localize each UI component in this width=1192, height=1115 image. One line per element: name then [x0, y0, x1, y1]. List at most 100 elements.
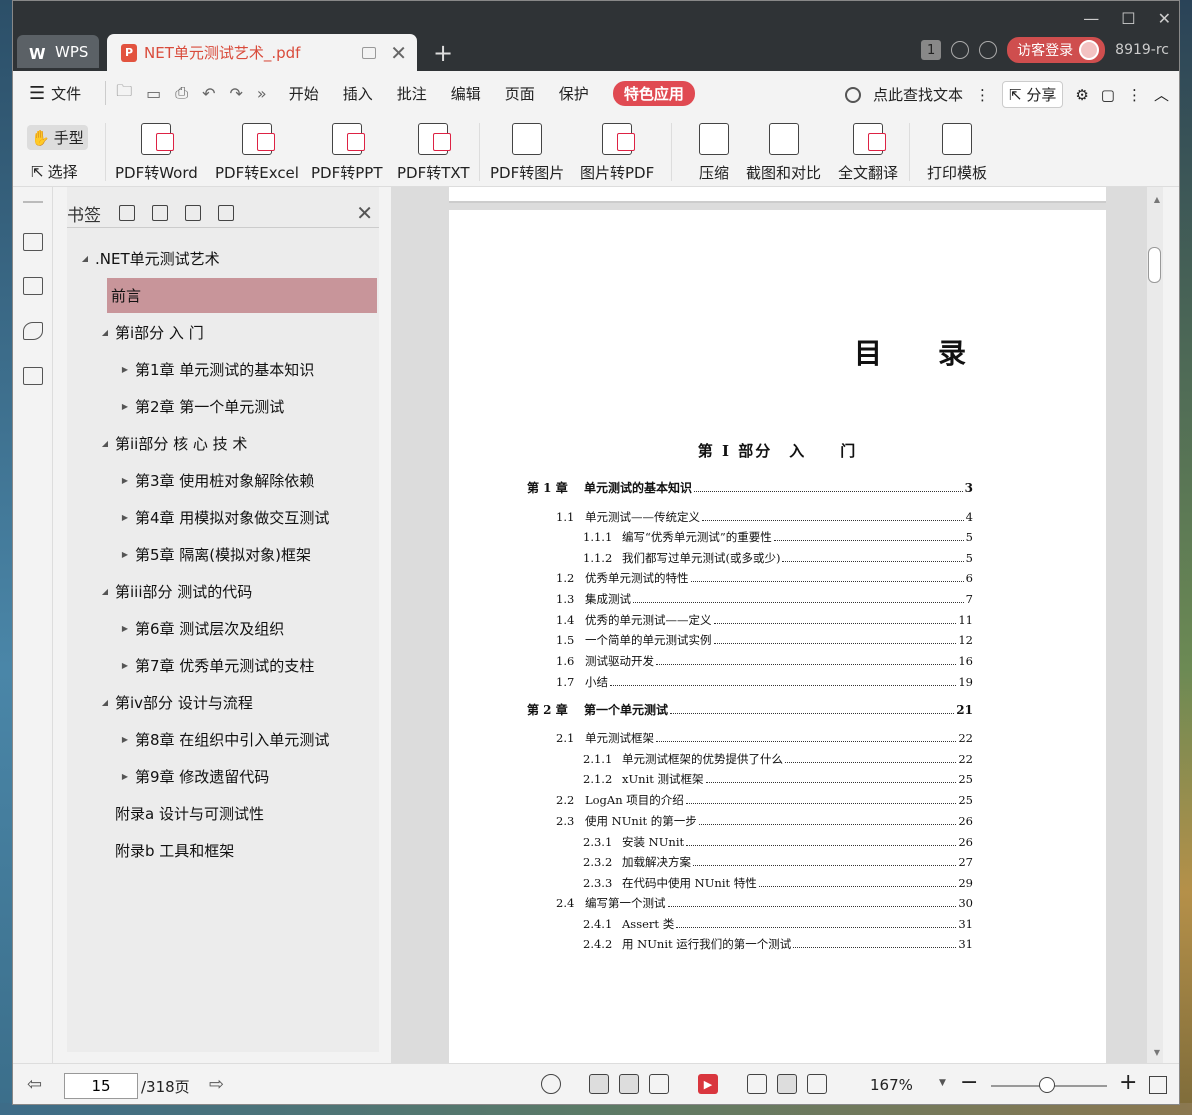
collapse-arrow-icon[interactable]: ◢ [95, 439, 115, 448]
expand-arrow-icon[interactable]: ▶ [115, 661, 135, 670]
menu-start[interactable]: 开始 [289, 83, 319, 104]
compress-button[interactable]: 压缩 [699, 123, 729, 183]
toc-entry[interactable]: 1.6 测试驱动开发 16 [556, 653, 973, 669]
toc-entry[interactable]: 2.4.1 Assert 类 31 [583, 916, 973, 932]
find-text-label[interactable]: 点此查找文本 [873, 84, 963, 105]
save-icon[interactable]: ▭ [146, 84, 161, 103]
new-tab-button[interactable]: + [433, 39, 453, 67]
bookmark-item[interactable]: ▶ 第6章 测试层次及组织 [115, 611, 284, 646]
toc-entry[interactable]: 1.5 一个简单的单元测试实例 12 [556, 632, 973, 648]
eye-protection-icon[interactable] [541, 1074, 561, 1094]
pdf-to-txt-button[interactable]: PDF转TXT [397, 123, 470, 183]
collapse-ribbon-icon[interactable]: ︿ [1154, 84, 1169, 105]
bookmark-item[interactable]: ▶ 第7章 优秀单元测试的支柱 [115, 648, 314, 683]
theme-icon[interactable] [951, 41, 970, 59]
file-menu[interactable]: 文件 [51, 83, 81, 104]
search-icon[interactable] [844, 86, 861, 103]
translate-button[interactable]: 全文翻译 [838, 123, 898, 183]
expand-arrow-icon[interactable]: ▶ [115, 550, 135, 559]
toc-entry[interactable]: 第 2 章 第一个单元测试 21 [527, 701, 973, 718]
collapse-all-icon[interactable] [152, 205, 168, 221]
bookmark-list-icon[interactable] [23, 233, 43, 251]
bookmark-item[interactable]: ◢ 第ii部分 核 心 技 术 [95, 426, 248, 461]
pdf-to-ppt-button[interactable]: PDF转PPT [311, 123, 382, 183]
zoom-in-button[interactable]: + [1119, 1070, 1137, 1095]
menu-special-apps[interactable]: 特色应用 [612, 80, 695, 106]
bookmark-item[interactable]: ▶ 第8章 在组织中引入单元测试 [115, 722, 329, 757]
more-chevrons-icon[interactable]: » [257, 84, 267, 103]
maximize-button[interactable]: ☐ [1121, 9, 1135, 28]
open-folder-icon[interactable]: 🗀 [116, 80, 132, 107]
document-viewer[interactable]: 目录 第 I 部分 入 门 第 1 章 单元测试的基本知识 3 1.1 单元测试——传统… [391, 187, 1163, 1063]
zoom-level[interactable]: 167% [870, 1076, 913, 1094]
toc-entry[interactable]: 第 1 章 单元测试的基本知识 3 [527, 479, 973, 496]
toc-entry[interactable]: 2.1.2 xUnit 测试框架 25 [583, 771, 973, 787]
collapse-arrow-icon[interactable]: ◢ [95, 328, 115, 337]
menu-page[interactable]: 页面 [505, 83, 535, 104]
toc-entry[interactable]: 2.4 编写第一个测试 30 [556, 895, 973, 911]
zoom-out-button[interactable]: − [960, 1070, 978, 1095]
expand-arrow-icon[interactable]: ▶ [115, 624, 135, 633]
thumbnail-icon[interactable] [23, 277, 43, 295]
expand-arrow-icon[interactable]: ▶ [115, 513, 135, 522]
zoom-slider-knob[interactable] [1039, 1077, 1055, 1093]
toc-entry[interactable]: 2.3.3 在代码中使用 NUnit 特性 29 [583, 875, 973, 891]
undo-icon[interactable]: ↶ [202, 84, 215, 103]
actual-size-icon[interactable] [747, 1074, 767, 1094]
close-window-button[interactable]: ✕ [1158, 9, 1171, 28]
scroll-down-arrow[interactable]: ▼ [1154, 1048, 1160, 1057]
collapse-arrow-icon[interactable]: ◢ [95, 587, 115, 596]
bookmark-item[interactable]: ◢ .NET单元测试艺术 [75, 241, 220, 276]
print-template-button[interactable]: 打印模板 [927, 123, 987, 183]
bookmark-item[interactable]: ▶ 第5章 隔离(模拟对象)框架 [115, 537, 311, 572]
bookmark-item[interactable]: ▶ 第2章 第一个单元测试 [115, 389, 284, 424]
fit-page-icon[interactable] [777, 1074, 797, 1094]
bookmark-item[interactable]: ▶ 第1章 单元测试的基本知识 [115, 352, 314, 387]
bookmark-item[interactable]: ▶ 第3章 使用桩对象解除依赖 [115, 463, 314, 498]
comment-icon[interactable]: ▢ [1101, 86, 1115, 104]
toc-entry[interactable]: 2.3.1 安装 NUnit 26 [583, 834, 973, 850]
collapse-arrow-icon[interactable]: ◢ [95, 698, 115, 707]
add-bookmark-icon[interactable] [185, 205, 201, 221]
share-button[interactable]: ⇱ 分享 [1001, 81, 1064, 108]
toc-entry[interactable]: 1.3 集成测试 7 [556, 591, 973, 607]
zoom-dropdown-icon[interactable]: ▼ [939, 1078, 946, 1088]
annotation-icon[interactable] [23, 322, 43, 340]
toc-entry[interactable]: 2.1.1 单元测试框架的优势提供了什么 22 [583, 751, 973, 767]
toc-entry[interactable]: 2.3.2 加载解决方案 27 [583, 854, 973, 870]
toc-entry[interactable]: 1.2 优秀单元测试的特性 6 [556, 570, 973, 586]
collapse-arrow-icon[interactable]: ◢ [75, 254, 95, 263]
expand-arrow-icon[interactable]: ▶ [115, 365, 135, 374]
settings-gear-icon[interactable]: ⚙ [1075, 86, 1088, 104]
page-number-input[interactable] [64, 1073, 138, 1099]
toc-entry[interactable]: 2.3 使用 NUnit 的第一步 26 [556, 813, 973, 829]
next-page-arrow-icon[interactable]: ⇨ [209, 1074, 224, 1095]
pdf-to-excel-button[interactable]: PDF转Excel [215, 123, 299, 183]
minimize-button[interactable]: — [1083, 9, 1099, 28]
single-page-icon[interactable] [619, 1074, 639, 1094]
bookmark-item[interactable]: ◢ 第i部分 入 门 [95, 315, 204, 350]
bookmark-options-icon[interactable] [218, 205, 234, 221]
fit-width-icon[interactable] [807, 1074, 827, 1094]
wps-home-tab[interactable]: W WPS [17, 35, 99, 68]
bookmark-item[interactable]: ▶ 第9章 修改遗留代码 [115, 759, 269, 794]
bookmark-item[interactable]: ◢ 第iv部分 设计与流程 [95, 685, 253, 720]
expand-arrow-icon[interactable]: ▶ [115, 476, 135, 485]
scroll-up-arrow[interactable]: ▲ [1154, 195, 1160, 204]
toc-entry[interactable]: 1.1 单元测试——传统定义 4 [556, 509, 973, 525]
vertical-scrollbar[interactable]: ▲ ▼ [1147, 187, 1163, 1063]
menu-protect[interactable]: 保护 [559, 83, 589, 104]
menu-edit[interactable]: 编辑 [451, 83, 481, 104]
toc-entry[interactable]: 1.1.1 编写“优秀单元测试”的重要性 5 [583, 529, 973, 545]
expand-arrow-icon[interactable]: ▶ [115, 402, 135, 411]
play-slideshow-icon[interactable]: ▶ [698, 1074, 718, 1094]
menu-insert[interactable]: 插入 [343, 83, 373, 104]
guest-login-button[interactable]: 访客登录 [1007, 37, 1106, 63]
fullscreen-icon[interactable] [1149, 1076, 1167, 1094]
hand-mode-button[interactable]: ✋ 手型 [27, 125, 88, 150]
double-page-icon[interactable] [649, 1074, 669, 1094]
more-vertical-icon[interactable]: ⋮ [975, 86, 990, 104]
bookmark-item[interactable]: ◢ 第iii部分 测试的代码 [95, 574, 252, 609]
expand-all-icon[interactable] [119, 205, 135, 221]
screenshot-compare-button[interactable]: 截图和对比 [746, 123, 821, 183]
